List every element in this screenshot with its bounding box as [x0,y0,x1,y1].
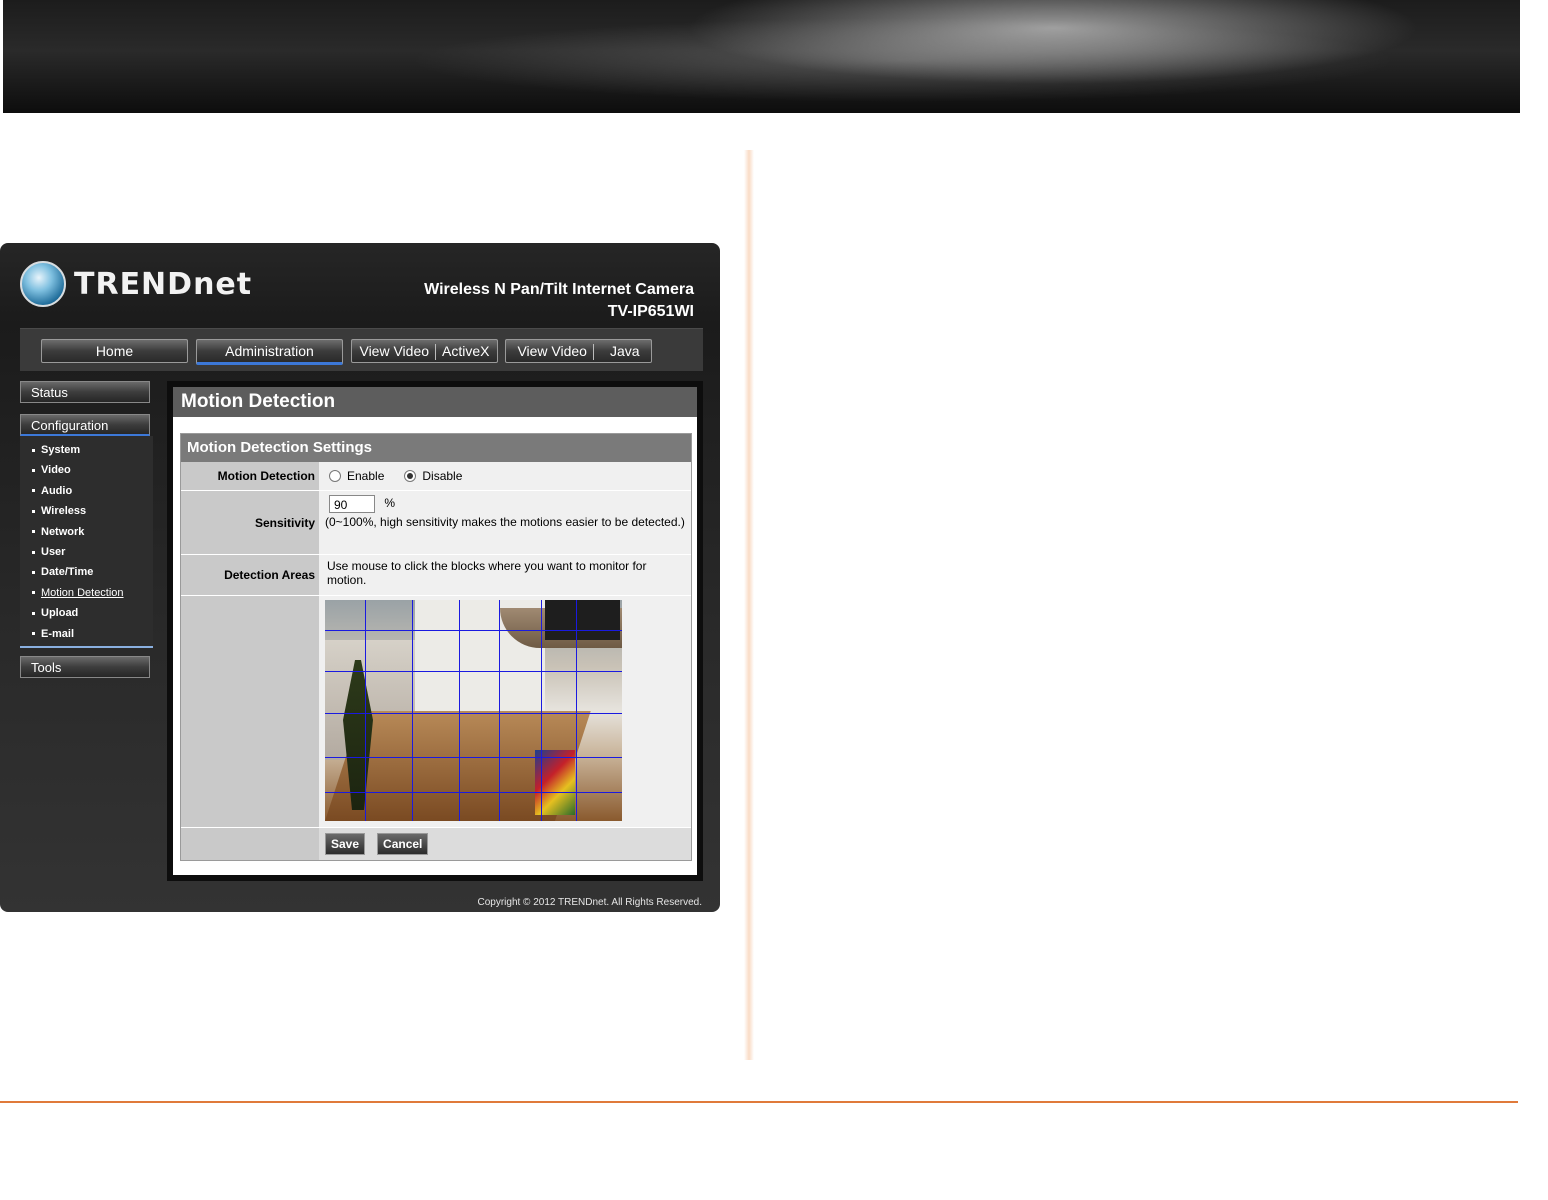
top-nav: Home Administration View Video ActiveX Vi… [20,328,703,371]
java-label: Java [609,343,640,359]
sidebar-item-video[interactable]: Video [20,460,153,480]
actions-row: Save Cancel [181,828,691,860]
logo-text: TRENDnet [74,266,253,302]
bullet-icon [32,468,35,472]
motion-detection-label: Motion Detection [181,462,319,490]
page-divider [744,150,754,1060]
view-video-label: View Video [359,343,430,359]
detection-areas-row: Detection Areas Use mouse to click the b… [181,555,691,596]
main-panel: Motion Detection Motion Detection Settin… [167,381,703,881]
product-title: Wireless N Pan/Tilt Internet Camera TV-I… [424,279,694,323]
percent-unit: % [384,496,396,511]
product-model: TV-IP651WI [607,303,694,320]
sidebar-item-date-time[interactable]: Date/Time [20,562,153,582]
sidebar-item-wireless[interactable]: Wireless [20,501,153,521]
bullet-icon [32,611,35,615]
sidebar-item-network[interactable]: Network [20,522,153,542]
configuration-submenu: System Video Audio Wireless Network User… [20,436,153,648]
sidebar-item-audio[interactable]: Audio [20,481,153,501]
header-banner [3,0,1520,113]
grid-line [325,757,622,758]
motion-detection-row: Motion Detection Enable Disable [181,462,691,491]
grid-line [325,713,622,714]
bullet-icon [32,550,35,554]
sensitivity-value-cell: 90 % (0~100%, high sensitivity makes the… [319,491,691,554]
empty-label [181,596,319,827]
trendnet-logo: TRENDnet [20,261,252,307]
footer-rule [0,1101,1518,1103]
grid-line [325,671,622,672]
save-button[interactable]: Save [325,833,366,855]
trendnet-logo-icon [20,261,66,307]
nav-home-button[interactable]: Home [41,339,188,363]
bullet-icon [32,489,35,493]
detection-areas-hint: Use mouse to click the blocks where you … [319,555,691,595]
bullet-icon [32,448,35,452]
motion-detection-options: Enable Disable [319,462,691,490]
nav-view-video-java-button[interactable]: View Video Java [505,339,652,363]
sidebar-configuration-button[interactable]: Configuration [20,414,150,436]
enable-radio[interactable] [329,470,341,482]
bullet-icon [32,632,35,636]
bullet-icon [32,591,35,595]
grid-line [412,600,413,821]
sidebar-tools-button[interactable]: Tools [20,655,150,678]
view-video-label: View Video [517,343,587,359]
detection-grid-row [181,596,691,828]
sidebar-item-upload[interactable]: Upload [20,603,153,623]
camera-snapshot-grid[interactable] [325,600,622,821]
grid-line [459,600,460,821]
actions-cell: Save Cancel [319,828,691,860]
nav-separator [435,344,437,361]
empty-label [181,828,319,860]
section-title: Motion Detection Settings [181,434,691,462]
sidebar-status-button[interactable]: Status [20,381,150,403]
bullet-icon [32,570,35,574]
enable-label: Enable [347,469,385,483]
camera-web-ui: TRENDnet Wireless N Pan/Tilt Internet Ca… [0,243,720,912]
detection-areas-label: Detection Areas [181,555,319,595]
detection-grid-cell [319,596,691,827]
disable-label: Disable [422,469,463,483]
sidebar-item-system[interactable]: System [20,440,153,460]
cancel-button[interactable]: Cancel [377,833,429,855]
grid-line [325,630,622,631]
sensitivity-row: Sensitivity 90 % (0~100%, high sensitivi… [181,491,691,555]
sidebar-item-user[interactable]: User [20,542,153,562]
product-name: Wireless N Pan/Tilt Internet Camera [424,281,694,298]
disable-radio[interactable] [404,470,417,482]
sensitivity-label: Sensitivity [181,491,319,554]
activex-label: ActiveX [442,343,490,359]
sidebar: Status Configuration System Video Audio … [20,381,153,678]
grid-line [325,792,622,793]
sidebar-item-email[interactable]: E-mail [20,624,153,644]
grid-line [499,600,500,821]
sensitivity-input[interactable]: 90 [329,495,375,513]
page-title: Motion Detection [173,387,697,417]
nav-separator [592,344,594,361]
motion-detection-settings: Motion Detection Settings Motion Detecti… [180,433,692,861]
grid-line [365,600,366,821]
nav-administration-button[interactable]: Administration [196,339,343,365]
sidebar-item-motion-detection[interactable]: Motion Detection [20,583,153,603]
grid-line [541,600,542,821]
copyright-text: Copyright © 2012 TRENDnet. All Rights Re… [477,897,702,908]
nav-view-video-activex-button[interactable]: View Video ActiveX [351,339,498,363]
sensitivity-hint: (0~100%, high sensitivity makes the moti… [325,515,685,529]
bullet-icon [32,530,35,534]
bullet-icon [32,509,35,513]
snapshot-dark-area [545,600,620,640]
grid-line [576,600,577,821]
